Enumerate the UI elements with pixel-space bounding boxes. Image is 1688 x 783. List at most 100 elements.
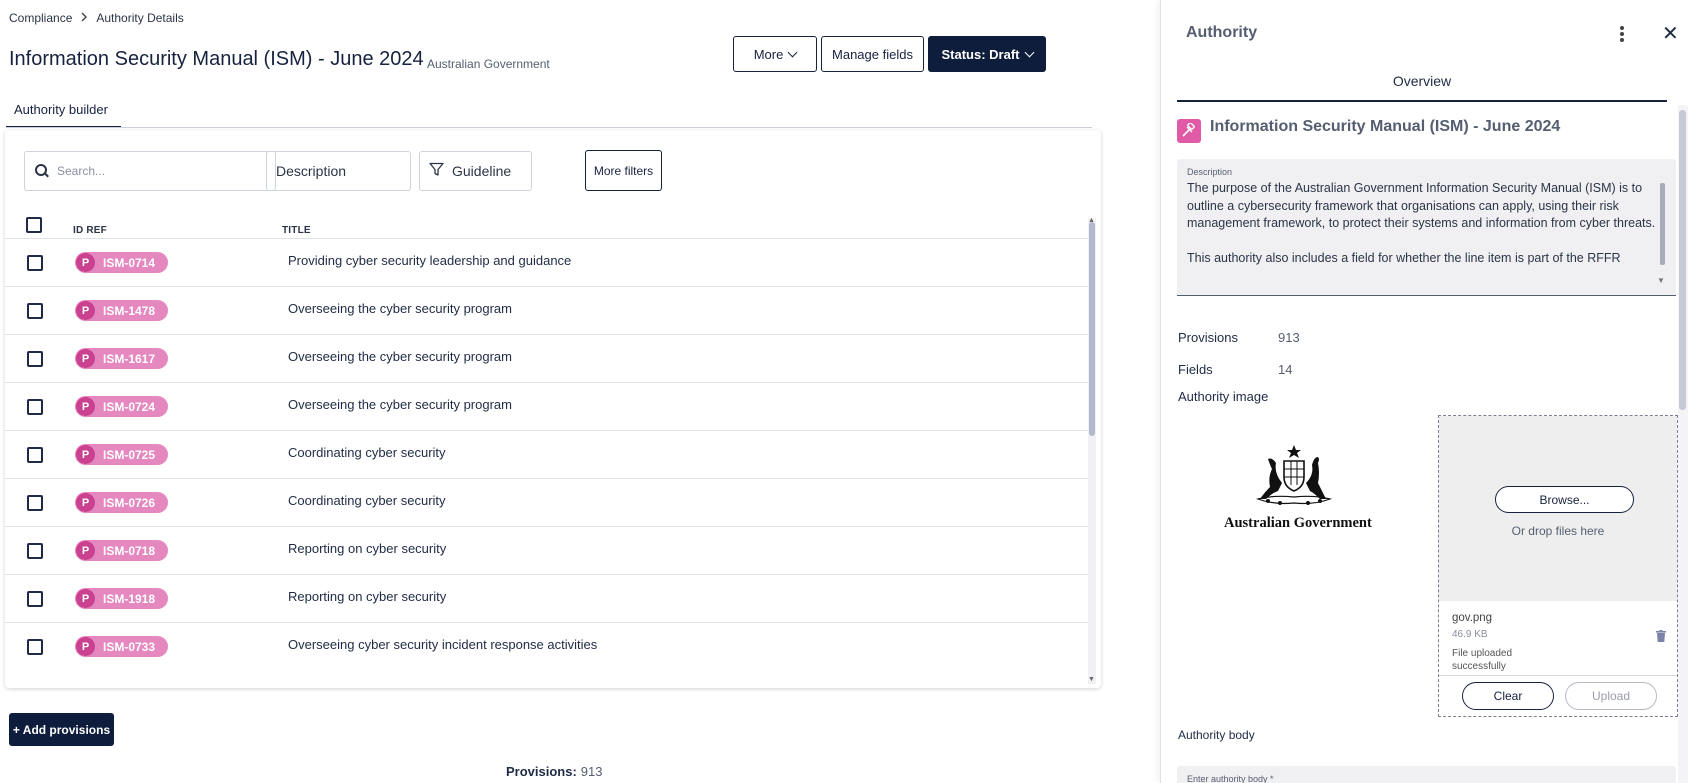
kebab-icon[interactable]	[1620, 26, 1624, 42]
column-header-id-ref[interactable]: ID REF	[73, 225, 107, 236]
more-filters-button[interactable]: More filters	[585, 150, 662, 191]
tab-overview[interactable]: Overview	[1177, 62, 1667, 102]
manage-fields-button[interactable]: Manage fields	[821, 36, 924, 72]
provision-title[interactable]: Reporting on cyber security	[288, 541, 446, 556]
table-row[interactable]: P ISM-0714 Providing cyber security leader…	[5, 238, 1089, 286]
trash-icon[interactable]	[1656, 630, 1666, 642]
provision-title[interactable]: Overseeing cyber security incident respo…	[288, 637, 597, 652]
description-scrollbar[interactable]	[1660, 183, 1665, 265]
column-header-title[interactable]: TITLE	[282, 225, 311, 236]
more-button[interactable]: More	[733, 36, 817, 72]
row-checkbox[interactable]	[27, 399, 43, 415]
status-button[interactable]: Status: Draft	[928, 36, 1046, 72]
provision-title[interactable]: Coordinating cyber security	[288, 493, 446, 508]
table-row[interactable]: P ISM-1617 Overseeing the cyber security p…	[5, 334, 1089, 382]
page-subtitle: Australian Government	[427, 57, 550, 71]
upload-divider	[1439, 675, 1677, 676]
provision-type-icon: P	[76, 637, 95, 656]
row-checkbox[interactable]	[27, 495, 43, 511]
authority-body-label: Authority body	[1178, 728, 1255, 742]
provision-title[interactable]: Providing cyber security leadership and …	[288, 253, 571, 268]
description-paragraph-2: This authority also includes a field for…	[1187, 250, 1621, 265]
provision-badge[interactable]: P ISM-0725	[75, 444, 168, 465]
select-all-checkbox[interactable]	[26, 217, 42, 233]
search-placeholder: Search...	[57, 164, 106, 178]
description-filter[interactable]: Description	[266, 151, 411, 191]
panel-scrollbar-thumb[interactable]	[1679, 110, 1686, 410]
table-scrollbar-thumb[interactable]	[1089, 222, 1095, 436]
gavel-icon	[1177, 119, 1201, 143]
provision-type-icon: P	[76, 541, 95, 560]
table-row[interactable]: P ISM-0724 Overseeing the cyber security p…	[5, 382, 1089, 430]
provisions-label: Provisions	[1178, 330, 1238, 345]
tab-authority-builder[interactable]: Authority builder	[6, 92, 121, 128]
fields-value: 14	[1278, 362, 1293, 377]
manage-fields-label: Manage fields	[832, 46, 913, 62]
browse-button[interactable]: Browse...	[1495, 486, 1634, 513]
tabs-divider	[6, 127, 1092, 128]
add-provisions-button[interactable]: + Add provisions	[9, 713, 114, 746]
provision-badge[interactable]: P ISM-0726	[75, 492, 168, 513]
search-icon	[35, 164, 49, 178]
uploaded-file-name: gov.png	[1452, 612, 1493, 624]
row-checkbox[interactable]	[27, 303, 43, 319]
row-checkbox[interactable]	[27, 351, 43, 367]
provision-type-icon: P	[76, 493, 95, 512]
panel-title: Authority	[1186, 24, 1258, 41]
filter-icon	[429, 162, 444, 180]
provision-id: ISM-1617	[103, 351, 156, 366]
description-field[interactable]: Description The purpose of the Australia…	[1177, 159, 1676, 296]
drop-area[interactable]: Browse... Or drop files here	[1439, 416, 1677, 601]
upload-status: File uploaded successfully	[1452, 648, 1513, 672]
provision-badge[interactable]: P ISM-0733	[75, 636, 168, 657]
description-label: Description	[1187, 167, 1233, 177]
authority-panel: Authority ✕ Overview Information Securit…	[1160, 0, 1688, 783]
provision-badge[interactable]: P ISM-1918	[75, 588, 168, 609]
provision-type-icon: P	[76, 253, 95, 272]
search-input[interactable]: Search...	[24, 151, 276, 191]
provision-title[interactable]: Reporting on cyber security	[288, 589, 446, 604]
provision-badge[interactable]: P ISM-0724	[75, 396, 168, 417]
chevron-down-icon	[787, 47, 798, 57]
provision-badge[interactable]: P ISM-0718	[75, 540, 168, 561]
clear-button[interactable]: Clear	[1462, 682, 1554, 710]
scroll-up-icon[interactable]: ▲	[1088, 217, 1095, 224]
provision-title[interactable]: Coordinating cyber security	[288, 445, 446, 460]
breadcrumb-compliance[interactable]: Compliance	[9, 11, 72, 25]
provision-title[interactable]: Overseeing the cyber security program	[288, 349, 512, 364]
table-row[interactable]: P ISM-0718 Reporting on cyber security	[5, 526, 1089, 574]
table-row[interactable]: P ISM-0733 Overseeing cyber security incid…	[5, 622, 1089, 670]
close-icon[interactable]: ✕	[1662, 24, 1679, 44]
table-row[interactable]: P ISM-1478 Overseeing the cyber security p…	[5, 286, 1089, 334]
status-label: Status: Draft	[941, 46, 1020, 62]
provision-type-icon: P	[76, 397, 95, 416]
row-checkbox[interactable]	[27, 591, 43, 607]
guideline-filter[interactable]: Guideline	[419, 151, 532, 191]
row-checkbox[interactable]	[27, 543, 43, 559]
provision-badge[interactable]: P ISM-1617	[75, 348, 168, 369]
table-row[interactable]: P ISM-0726 Coordinating cyber security	[5, 478, 1089, 526]
authority-body-input[interactable]: Enter authority body *	[1177, 766, 1676, 783]
provision-id: ISM-0725	[103, 447, 156, 462]
provision-type-icon: P	[76, 301, 95, 320]
scroll-down-icon[interactable]: ▼	[1088, 676, 1095, 683]
scroll-down-icon[interactable]: ▼	[1657, 276, 1665, 285]
breadcrumb-current: Authority Details	[96, 11, 184, 25]
row-checkbox[interactable]	[27, 639, 43, 655]
table-row[interactable]: P ISM-0725 Coordinating cyber security	[5, 430, 1089, 478]
provision-title[interactable]: Overseeing the cyber security program	[288, 397, 512, 412]
provision-title[interactable]: Overseeing the cyber security program	[288, 301, 512, 316]
row-checkbox[interactable]	[27, 255, 43, 271]
provision-type-icon: P	[76, 349, 95, 368]
provision-badge[interactable]: P ISM-1478	[75, 300, 168, 321]
file-upload-zone[interactable]: Browse... Or drop files here gov.png 46.…	[1438, 415, 1678, 717]
table-row[interactable]: P ISM-1918 Reporting on cyber security	[5, 574, 1089, 622]
provision-badge[interactable]: P ISM-0714	[75, 252, 168, 273]
row-checkbox[interactable]	[27, 447, 43, 463]
provision-id: ISM-0733	[103, 639, 156, 654]
description-paragraph-1: The purpose of the Australian Government…	[1187, 181, 1656, 230]
more-button-label: More	[753, 46, 784, 62]
provisions-count: Provisions: 913	[506, 764, 603, 779]
upload-button[interactable]: Upload	[1565, 682, 1657, 710]
provisions-count-label: Provisions:	[506, 764, 577, 779]
